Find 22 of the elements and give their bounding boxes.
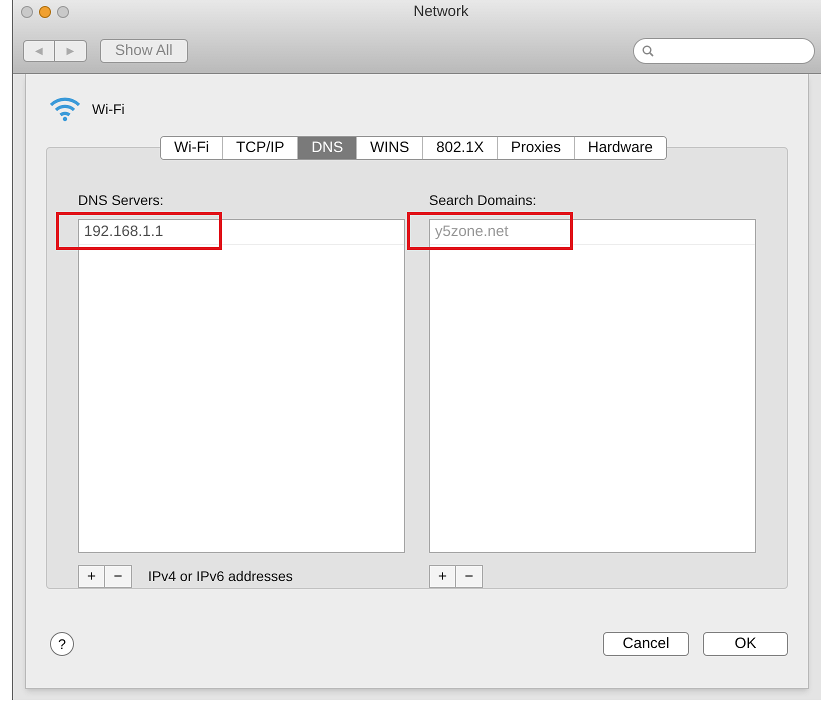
tab[interactable]: DNS <box>297 137 356 159</box>
window-title: Network <box>413 2 468 22</box>
tab[interactable]: Hardware <box>574 137 666 159</box>
wifi-icon <box>48 96 82 122</box>
dns-servers-list[interactable]: 192.168.1.1 <box>78 219 405 553</box>
add-button[interactable]: + <box>429 565 456 588</box>
hint-text: IPv4 or IPv6 addresses <box>148 567 293 586</box>
help-button[interactable]: ? <box>50 632 74 656</box>
list-label: Search Domains: <box>429 191 538 210</box>
list-entry[interactable]: 192.168.1.1 <box>84 220 164 244</box>
interface-name: Wi-Fi <box>92 100 125 118</box>
ok-button[interactable]: OK <box>703 632 788 656</box>
close-window-icon[interactable] <box>21 6 33 18</box>
zoom-window-icon[interactable] <box>57 6 69 18</box>
cancel-button[interactable]: Cancel <box>603 632 689 656</box>
remove-button[interactable]: − <box>456 565 483 588</box>
remove-button[interactable]: − <box>105 565 132 588</box>
list-label: DNS Servers: <box>78 191 165 210</box>
search-field[interactable] <box>633 38 815 64</box>
minimize-window-icon[interactable] <box>39 6 51 18</box>
search-icon <box>642 45 654 57</box>
add-button[interactable]: + <box>78 565 105 588</box>
